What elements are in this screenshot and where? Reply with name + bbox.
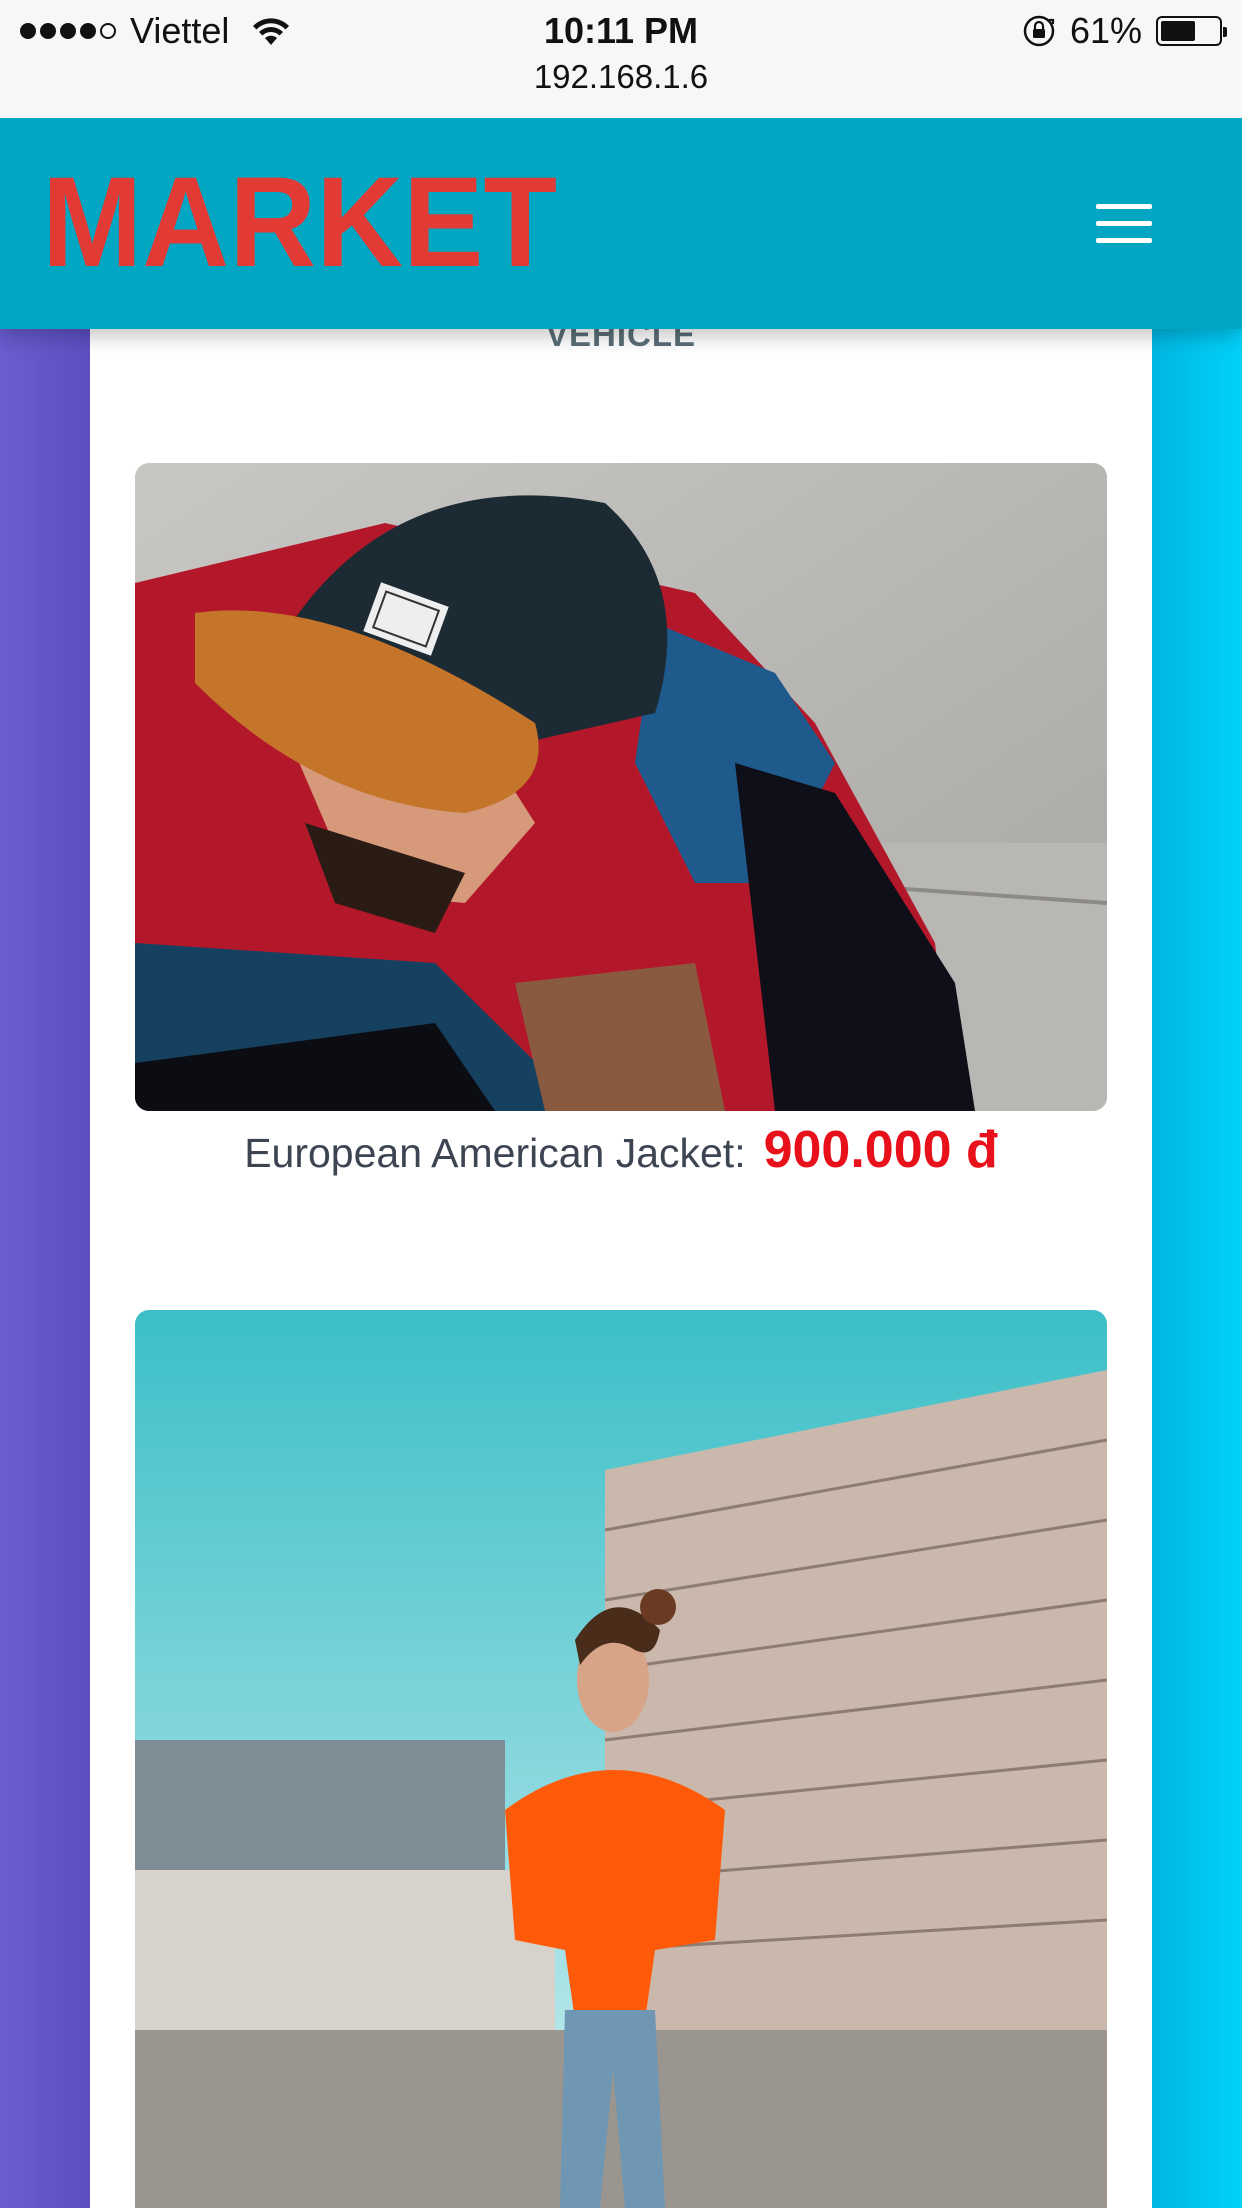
rotation-lock-icon (1023, 15, 1055, 47)
hamburger-menu-icon[interactable] (1096, 204, 1152, 244)
product-name[interactable]: European American Jacket: (244, 1130, 745, 1177)
app-header: MARKET (0, 118, 1242, 329)
battery-percent: 61% (1069, 10, 1142, 51)
product-image-tshirt[interactable] (135, 1310, 1107, 2208)
ios-status-bar: Viettel 10:11 PM 61% 192.168.1.6 (0, 0, 1242, 118)
right-background-band (1152, 0, 1242, 2208)
left-background-band (0, 0, 90, 2208)
tshirt-photo (135, 1310, 1107, 2208)
product-price: 900.000 đ (763, 1121, 998, 1179)
address-url[interactable]: 192.168.1.6 (0, 58, 1242, 96)
product-caption: European American Jacket: 900.000 đ (90, 1120, 1152, 1180)
market-logo[interactable]: MARKET (42, 166, 562, 281)
battery-icon (1156, 16, 1227, 46)
logo-text: MARKET (42, 166, 557, 281)
jacket-photo (135, 463, 1107, 1111)
product-image-jacket[interactable] (135, 463, 1107, 1111)
